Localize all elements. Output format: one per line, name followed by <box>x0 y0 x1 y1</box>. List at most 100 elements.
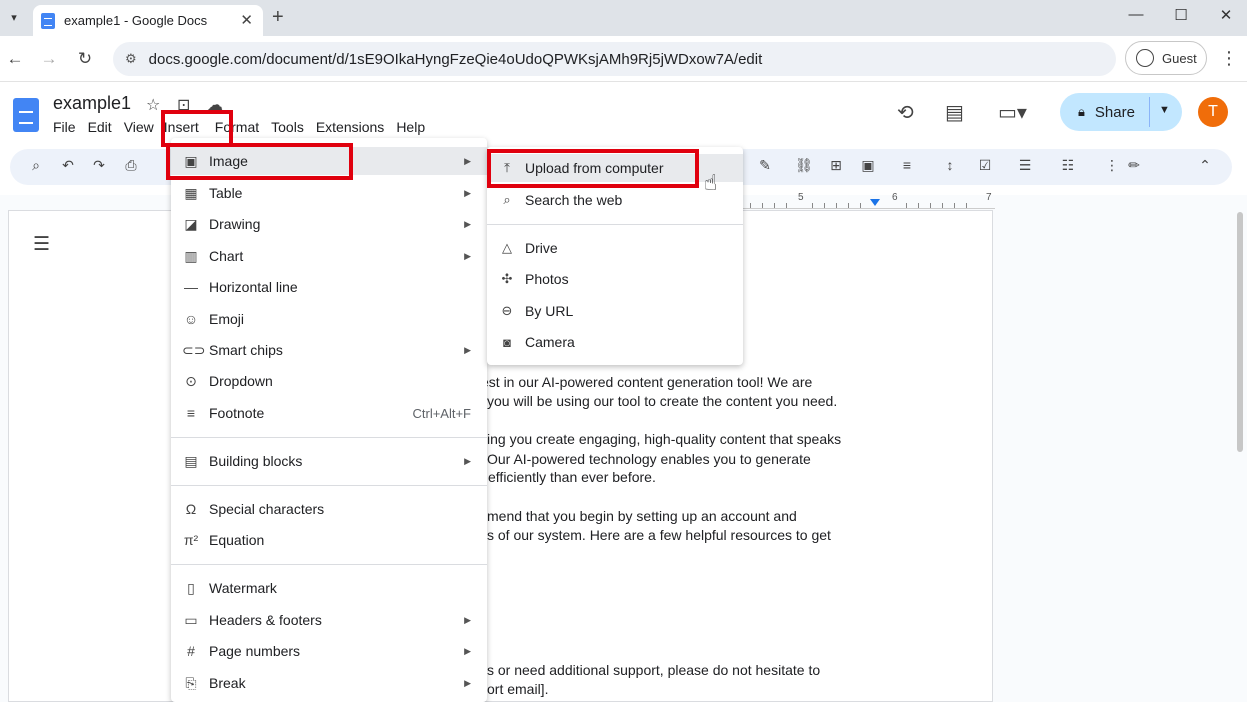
menu-item-headers-footers[interactable]: ▭ Headers & footers ▶ <box>171 606 487 634</box>
avatar[interactable]: T <box>1198 97 1228 127</box>
add-comment-icon[interactable]: ⊞ <box>826 157 846 174</box>
document-title[interactable]: example1 <box>53 93 131 114</box>
site-info-icon[interactable]: ⚙ <box>125 51 137 67</box>
menu-item-watermark[interactable]: ▯ Watermark <box>171 574 487 602</box>
new-tab-icon[interactable]: + <box>272 6 284 29</box>
star-icon[interactable]: ☆ <box>146 95 160 115</box>
menu-item-label: Smart chips <box>209 342 283 358</box>
share-label: Share <box>1094 103 1135 121</box>
back-icon[interactable]: ← <box>5 49 25 69</box>
menu-item-building-blocks[interactable]: ▤ Building blocks ▶ <box>171 447 487 475</box>
vertical-scrollbar[interactable] <box>1237 212 1243 452</box>
menu-item-smart-chips[interactable]: ⊂⊃ Smart chips ▶ <box>171 336 487 364</box>
menu-item-page-numbers[interactable]: # Page numbers ▶ <box>171 637 487 665</box>
collapse-toolbar-icon[interactable]: ⌃ <box>1195 157 1215 174</box>
menu-item-table[interactable]: ▦ Table ▶ <box>171 179 487 207</box>
menu-item-dropdown[interactable]: ⊙ Dropdown <box>171 367 487 395</box>
cloud-saved-icon[interactable]: ☁ <box>207 95 223 115</box>
url-text: docs.google.com/document/d/1sE9OIkaHyngF… <box>148 50 763 68</box>
submenu-item-by-url[interactable]: ⊖ By URL <box>487 297 743 325</box>
close-window-icon[interactable]: ✕ <box>1216 6 1236 24</box>
browser-menu-icon[interactable]: ⋮ <box>1220 48 1238 69</box>
undo-icon[interactable]: ↶ <box>58 157 78 174</box>
redo-icon[interactable]: ↷ <box>89 157 109 174</box>
menu-item-label: Image <box>209 153 248 169</box>
more-options-icon[interactable]: ⋮ <box>1102 157 1122 174</box>
submenu-arrow-icon: ▶ <box>464 344 471 355</box>
maximize-icon[interactable]: ☐ <box>1171 6 1191 24</box>
browser-tab[interactable]: example1 - Google Docs ✕ <box>33 5 263 36</box>
checklist-icon[interactable]: ☑ <box>975 157 995 174</box>
profile-icon <box>1136 49 1154 67</box>
line-spacing-icon[interactable]: ↕ <box>940 157 960 173</box>
docs-logo-icon[interactable] <box>13 98 39 132</box>
menu-tools[interactable]: Tools <box>271 119 304 139</box>
align-icon[interactable]: ≡ <box>897 157 917 173</box>
menu-item-label: Dropdown <box>209 373 273 389</box>
comments-icon[interactable]: ▤ <box>945 100 964 125</box>
menu-item-label: Footnote <box>209 405 265 421</box>
image-icon: ▣ <box>184 152 198 169</box>
menu-format[interactable]: Format <box>215 119 259 139</box>
insert-link-icon[interactable]: ⛓ <box>794 157 814 174</box>
insert-image-icon[interactable]: ▣ <box>858 157 878 174</box>
close-tab-icon[interactable]: ✕ <box>240 11 253 29</box>
menu-file[interactable]: File <box>53 119 76 139</box>
footnote-icon: ≡ <box>186 405 196 421</box>
editing-mode-icon[interactable]: ✏ <box>1124 157 1144 174</box>
move-folder-icon[interactable]: ⊡ <box>177 95 190 115</box>
menu-item-image[interactable]: ▣ Image ▶ <box>171 147 487 175</box>
highlight-pen-icon[interactable]: ✎ <box>755 157 775 174</box>
watermark-icon: ▯ <box>187 579 195 596</box>
url-bar[interactable]: ⚙ docs.google.com/document/d/1sE9OIkaHyn… <box>113 42 1116 76</box>
drawing-icon: ◪ <box>184 215 198 232</box>
menu-insert[interactable]: Insert <box>164 119 199 139</box>
body-text-line: s or need additional support, please do … <box>487 662 821 678</box>
submenu-divider <box>487 224 743 225</box>
submenu-item-camera[interactable]: ◙ Camera <box>487 328 743 356</box>
document-outline-icon[interactable]: ☰ <box>33 233 50 256</box>
submenu-item-photos[interactable]: ✣ Photos <box>487 265 743 293</box>
tab-search-icon[interactable]: ▾ <box>5 8 23 26</box>
print-icon[interactable]: ⎙ <box>121 157 141 174</box>
menu-item-equation[interactable]: π² Equation <box>171 526 487 554</box>
submenu-item-drive[interactable]: △ Drive <box>487 234 743 262</box>
menu-view[interactable]: View <box>124 119 154 139</box>
menu-item-break[interactable]: ⎘ Break ▶ <box>171 669 487 697</box>
menu-help[interactable]: Help <box>396 119 425 139</box>
menu-item-drawing[interactable]: ◪ Drawing ▶ <box>171 210 487 238</box>
body-text-line: ort email]. <box>487 681 549 697</box>
indent-marker[interactable] <box>870 199 880 206</box>
bulleted-list-icon[interactable]: ☰ <box>1015 157 1035 174</box>
forward-icon[interactable]: → <box>39 49 59 69</box>
minimize-icon[interactable]: — <box>1126 6 1146 23</box>
ruler-label: 6 <box>892 192 898 203</box>
search-menus-icon[interactable]: ⌕ <box>26 157 46 174</box>
menu-extensions[interactable]: Extensions <box>316 119 384 139</box>
share-dropdown-icon[interactable]: ▼ <box>1159 104 1170 116</box>
menu-item-label: Page numbers <box>209 643 301 659</box>
menu-edit[interactable]: Edit <box>88 119 112 139</box>
docs-favicon-icon <box>41 12 55 29</box>
share-button[interactable]: 🔒︎ Share ▼ <box>1060 93 1182 131</box>
submenu-item-label: Photos <box>525 271 569 287</box>
numbered-list-icon[interactable]: ☷ <box>1058 157 1078 174</box>
menu-item-label: Break <box>209 675 246 691</box>
menu-item-special-characters[interactable]: Ω Special characters <box>171 495 487 523</box>
menu-item-emoji[interactable]: ☺ Emoji <box>171 305 487 333</box>
submenu-arrow-icon: ▶ <box>464 455 471 466</box>
menu-item-label: Horizontal line <box>209 279 298 295</box>
horizontal-ruler[interactable]: 5 6 7 <box>740 192 995 209</box>
menu-item-chart[interactable]: ▥ Chart ▶ <box>171 242 487 270</box>
menu-item-footnote[interactable]: ≡ Footnote Ctrl+Alt+F <box>171 399 487 427</box>
reload-icon[interactable]: ↻ <box>75 49 95 69</box>
submenu-arrow-icon: ▶ <box>464 614 471 625</box>
version-history-icon[interactable]: ⟲ <box>897 100 914 125</box>
meet-icon[interactable]: ▭▾ <box>998 100 1027 125</box>
body-text-line: est in our AI-powered content generation… <box>481 374 813 390</box>
submenu-arrow-icon: ▶ <box>464 187 471 198</box>
menu-item-horizontal-line[interactable]: — Horizontal line <box>171 273 487 301</box>
photos-icon: ✣ <box>501 271 513 286</box>
profile-button[interactable]: Guest <box>1125 41 1207 75</box>
horizontal-line-icon: — <box>184 279 198 295</box>
